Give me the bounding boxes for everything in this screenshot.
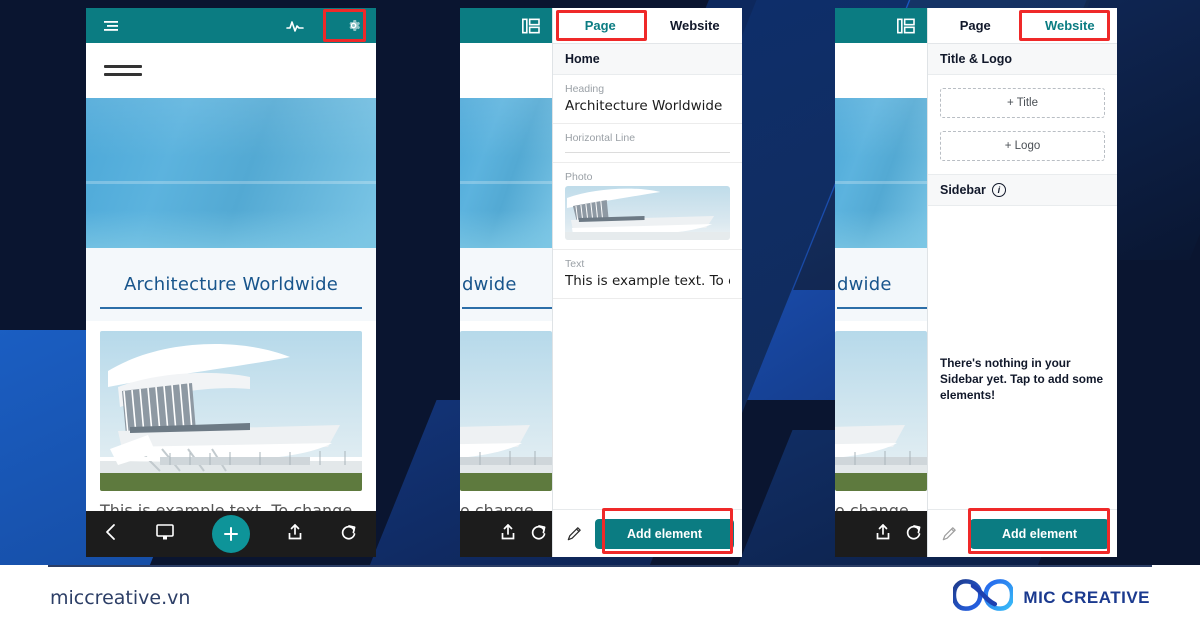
site-title-block: Architecture Worldwide <box>86 248 376 321</box>
add-title-placeholder[interactable]: + Title <box>940 88 1105 118</box>
field-value: This is example text. To c… <box>565 273 730 289</box>
add-element-button[interactable]: Add element <box>595 518 734 549</box>
horizontal-line-preview <box>565 152 730 153</box>
page-footer: miccreative.vn MIC CREATIVE <box>0 565 1200 630</box>
panel-tabs: Page Website <box>553 8 742 44</box>
share-upload-icon[interactable] <box>875 523 891 546</box>
site-hero-image <box>460 98 552 248</box>
menu-lines-icon[interactable] <box>104 20 120 32</box>
pencil-edit-icon[interactable] <box>936 525 962 542</box>
sidebar-empty-message: There's nothing in your Sidebar yet. Tap… <box>940 356 1104 402</box>
phone3-bottom-toolbar <box>835 511 927 557</box>
site-body-fragment: o change <box>835 501 909 511</box>
site-nav <box>86 43 376 98</box>
brand-lockup: MIC CREATIVE <box>952 578 1150 617</box>
site-horizontal-rule <box>100 307 362 309</box>
panel-section-title: Home <box>553 44 742 75</box>
site-nav <box>460 43 552 98</box>
editor-panel-page: Page Website Home Heading Architecture W… <box>552 8 742 557</box>
phone2-appbar <box>460 8 552 43</box>
back-chevron-icon[interactable] <box>104 523 118 546</box>
site-title-block: dwide <box>835 248 927 321</box>
site-body-text: This is example text. To change <box>100 501 353 511</box>
site-body-fragment: o change <box>460 501 534 511</box>
phone-screen-3: dwide o change <box>835 8 927 557</box>
phone3-appbar <box>835 8 927 43</box>
field-label: Text <box>565 258 585 270</box>
field-photo[interactable]: Photo <box>553 163 742 250</box>
site-photo-block <box>460 321 552 491</box>
site-photo-block <box>835 321 927 491</box>
architecture-photo <box>835 331 927 491</box>
site-heading-fragment: dwide <box>837 274 892 295</box>
desktop-preview-icon[interactable] <box>155 523 175 546</box>
field-text[interactable]: Text This is example text. To c… <box>553 250 742 299</box>
sidebar-section-header: Sidebar i <box>928 174 1117 206</box>
editor-panel-website: Page Website Title & Logo + Title + Logo… <box>927 8 1117 557</box>
panel-layout-icon[interactable] <box>522 18 540 34</box>
sidebar-section-label: Sidebar <box>940 183 986 197</box>
phone-screen-2: dwide o change <box>460 8 552 557</box>
add-plus-button[interactable] <box>211 515 250 553</box>
infinity-loop-logo-icon <box>952 578 1015 617</box>
site-photo-block <box>86 321 376 491</box>
site-horizontal-rule <box>837 307 927 309</box>
site-horizontal-rule <box>462 307 552 309</box>
pencil-edit-icon[interactable] <box>561 525 587 542</box>
title-logo-section-header: Title & Logo <box>928 44 1117 75</box>
site-nav <box>835 43 927 98</box>
panel-footer: Add element <box>553 509 742 557</box>
architecture-photo <box>460 331 552 491</box>
panel-body: Heading Architecture Worldwide Horizonta… <box>553 75 742 509</box>
pulse-icon[interactable] <box>286 19 304 33</box>
phone2-site-preview: dwide o change <box>460 43 552 511</box>
gear-icon[interactable] <box>345 17 362 34</box>
panel-body: + Title + Logo Sidebar i There's nothing… <box>928 75 1117 509</box>
share-upload-icon[interactable] <box>287 523 303 546</box>
hamburger-menu-icon[interactable] <box>104 60 142 81</box>
panel-tabs: Page Website <box>928 8 1117 44</box>
tab-website[interactable]: Website <box>647 8 742 43</box>
phone1-bottom-toolbar <box>86 511 376 557</box>
phone3-site-preview: dwide o change <box>835 43 927 511</box>
add-logo-placeholder[interactable]: + Logo <box>940 131 1105 161</box>
site-title-block: dwide <box>460 248 552 321</box>
redo-icon[interactable] <box>530 523 548 546</box>
footer-website-url[interactable]: miccreative.vn <box>50 587 190 609</box>
phone-screen-1: Architecture Worldwide This is example t… <box>86 8 376 557</box>
share-upload-icon[interactable] <box>500 523 516 546</box>
photo-thumbnail <box>565 186 730 240</box>
info-icon[interactable]: i <box>991 183 1006 197</box>
tab-page[interactable]: Page <box>553 8 648 43</box>
field-horizontal-line[interactable]: Horizontal Line <box>553 124 742 163</box>
field-heading[interactable]: Heading Architecture Worldwide <box>553 75 742 124</box>
tab-page[interactable]: Page <box>928 8 1023 43</box>
field-label: Horizontal Line <box>565 132 636 144</box>
redo-icon[interactable] <box>340 523 358 546</box>
panel-footer: Add element <box>928 509 1117 557</box>
site-hero-image <box>835 98 927 248</box>
add-element-button[interactable]: Add element <box>970 518 1109 549</box>
footer-divider <box>48 565 1152 567</box>
redo-icon[interactable] <box>905 523 923 546</box>
field-label: Photo <box>565 171 593 183</box>
panel-layout-icon[interactable] <box>897 18 915 34</box>
tab-website[interactable]: Website <box>1022 8 1117 43</box>
site-heading-fragment: dwide <box>462 274 517 295</box>
site-heading: Architecture Worldwide <box>123 274 339 295</box>
phone1-appbar <box>86 8 376 43</box>
field-label: Heading <box>565 83 605 95</box>
field-value: Architecture Worldwide <box>565 98 723 114</box>
phone2-bottom-toolbar <box>460 511 552 557</box>
site-hero-image <box>86 98 376 248</box>
phone1-site-preview: Architecture Worldwide This is example t… <box>86 43 376 511</box>
brand-name: MIC CREATIVE <box>1023 587 1150 607</box>
architecture-photo <box>100 331 362 491</box>
